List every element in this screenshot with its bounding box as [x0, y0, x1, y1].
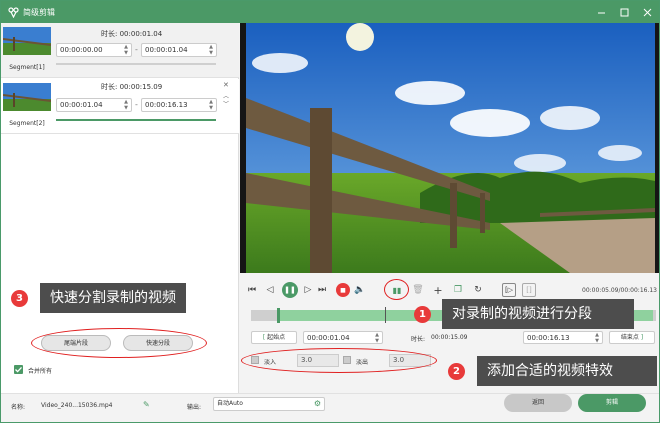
settings-gear-icon[interactable]: ⚙ [314, 398, 321, 410]
annotation-highlight-split-buttons [31, 328, 207, 358]
video-frame-image [246, 23, 655, 273]
trim-end-time-input[interactable]: 00:00:16.13 ▲ ▼ [523, 331, 603, 344]
segment-start-time-input[interactable]: 00:00:00.00 ▲ ▼ [56, 43, 132, 57]
merge-all-label: 合并所有 [28, 368, 53, 375]
time-spinner-icon[interactable]: ▲ ▼ [208, 44, 214, 56]
time-spinner-icon[interactable]: ▲ ▼ [123, 99, 129, 111]
segment-name: Segment[1] [9, 64, 45, 71]
bracket-right-icon: ] [640, 334, 644, 341]
delete-icon[interactable]: 🗑 [412, 283, 424, 297]
minimize-button[interactable] [589, 1, 613, 23]
volume-icon[interactable]: 🔈 [354, 283, 366, 297]
title-bar: 简级剪辑 [1, 1, 659, 23]
trim-duration-value: 00:00:15.09 [431, 334, 468, 341]
delete-segment-icon[interactable]: ✕ [223, 81, 229, 89]
segment-thumbnail [3, 83, 51, 111]
clip-start-icon[interactable]: [▷ [502, 283, 516, 297]
segment-duration: 时长: 00:00:15.09 [101, 83, 163, 91]
app-logo-icon [7, 6, 19, 18]
annotation-number: 3 [11, 290, 28, 307]
output-format-select[interactable]: 自动Auto ⚙ [213, 397, 325, 411]
segment-name: Segment[2] [9, 120, 45, 127]
trim-start-time-input[interactable]: 00:00:01.04 ▲ ▼ [303, 331, 383, 344]
set-start-button[interactable]: [ 起始点 [251, 331, 297, 344]
playhead-marker[interactable] [385, 307, 386, 323]
back-button[interactable]: 返回 [504, 394, 572, 412]
time-spinner-icon[interactable]: ▲ ▼ [374, 332, 380, 344]
segment-item[interactable]: Segment[1] 时长: 00:00:01.04 00:00:00.00 ▲ ▼… [1, 23, 239, 78]
bracket-left-icon: [ [262, 334, 266, 341]
time-spinner-icon[interactable]: ▲ ▼ [123, 44, 129, 56]
video-cutter-window: 简级剪辑 Segment[1] 时长: 00:00:01.04 00:00:00… [0, 0, 660, 423]
bottom-bar: 名称: Video_240...15036.mp4 ✎ 输出: 自动Auto ⚙… [1, 393, 659, 422]
annotation-highlight-effects [241, 348, 437, 373]
clip-end-icon[interactable]: [] [522, 283, 536, 297]
go-start-icon[interactable]: ⏮ [246, 283, 258, 297]
merge-all-checkbox[interactable] [14, 365, 23, 374]
pause-button[interactable]: ❚❚ [282, 282, 298, 298]
segment-start-time-input[interactable]: 00:00:01.04 ▲ ▼ [56, 98, 132, 112]
segment-end-time-input[interactable]: 00:00:16.13 ▲ ▼ [141, 98, 217, 112]
trim-controls: [ 起始点 00:00:01.04 ▲ ▼ 时长: 00:00:15.09 00:0… [251, 331, 656, 345]
annotation-callout: 快速分割录制的视频 [40, 283, 186, 313]
time-spinner-icon[interactable]: ▲ ▼ [208, 99, 214, 111]
check-icon [15, 366, 22, 373]
segment-end-time-input[interactable]: 00:00:01.04 ▲ ▼ [141, 43, 217, 57]
playback-timecode: 00:00:05.09/00:00:16.13 [582, 287, 657, 294]
segment-thumbnail [3, 27, 51, 55]
cut-button[interactable]: 剪辑 [578, 394, 646, 412]
segment-duration: 时长: 00:00:01.04 [101, 30, 163, 38]
set-end-button[interactable]: 结束点 ] [609, 331, 655, 344]
prev-frame-icon[interactable]: ◁ [264, 283, 276, 297]
edit-name-icon[interactable]: ✎ [143, 400, 150, 409]
add-icon[interactable]: + [432, 283, 444, 297]
video-preview[interactable] [240, 23, 659, 273]
range-dash: - [135, 100, 138, 109]
segment-progress-bar [56, 119, 216, 121]
rotate-icon[interactable]: ↻ [472, 283, 484, 297]
annotation-callout: 对录制的视频进行分段 [442, 299, 634, 329]
filename-value: Video_240...15036.mp4 [41, 402, 113, 409]
range-start-handle[interactable] [277, 308, 280, 323]
close-button[interactable] [635, 1, 659, 23]
next-frame-icon[interactable]: ▷ [302, 283, 314, 297]
segment-item-selected[interactable]: Segment[2] 时长: 00:00:15.09 00:00:01.04 ▲ ▼… [1, 79, 239, 134]
segment-progress-bar [56, 63, 216, 65]
time-spinner-icon[interactable]: ▲ ▼ [594, 332, 600, 344]
filename-label: 名称: [11, 404, 26, 411]
annotation-highlight-split-icon [384, 279, 409, 300]
window-title: 简级剪辑 [23, 7, 55, 17]
copy-icon[interactable]: ❐ [452, 283, 464, 297]
annotation-number: 2 [448, 363, 465, 380]
stop-button[interactable]: ■ [336, 283, 350, 297]
range-dash: - [135, 45, 138, 54]
maximize-button[interactable] [612, 1, 636, 23]
move-down-icon[interactable]: ﹀ [223, 99, 229, 108]
annotation-callout: 添加合适的视频特效 [477, 356, 657, 386]
go-end-icon[interactable]: ⏭ [316, 283, 328, 297]
trim-duration-label: 时长: [411, 336, 426, 343]
annotation-number: 1 [414, 306, 431, 323]
output-label: 输出: [187, 404, 202, 411]
